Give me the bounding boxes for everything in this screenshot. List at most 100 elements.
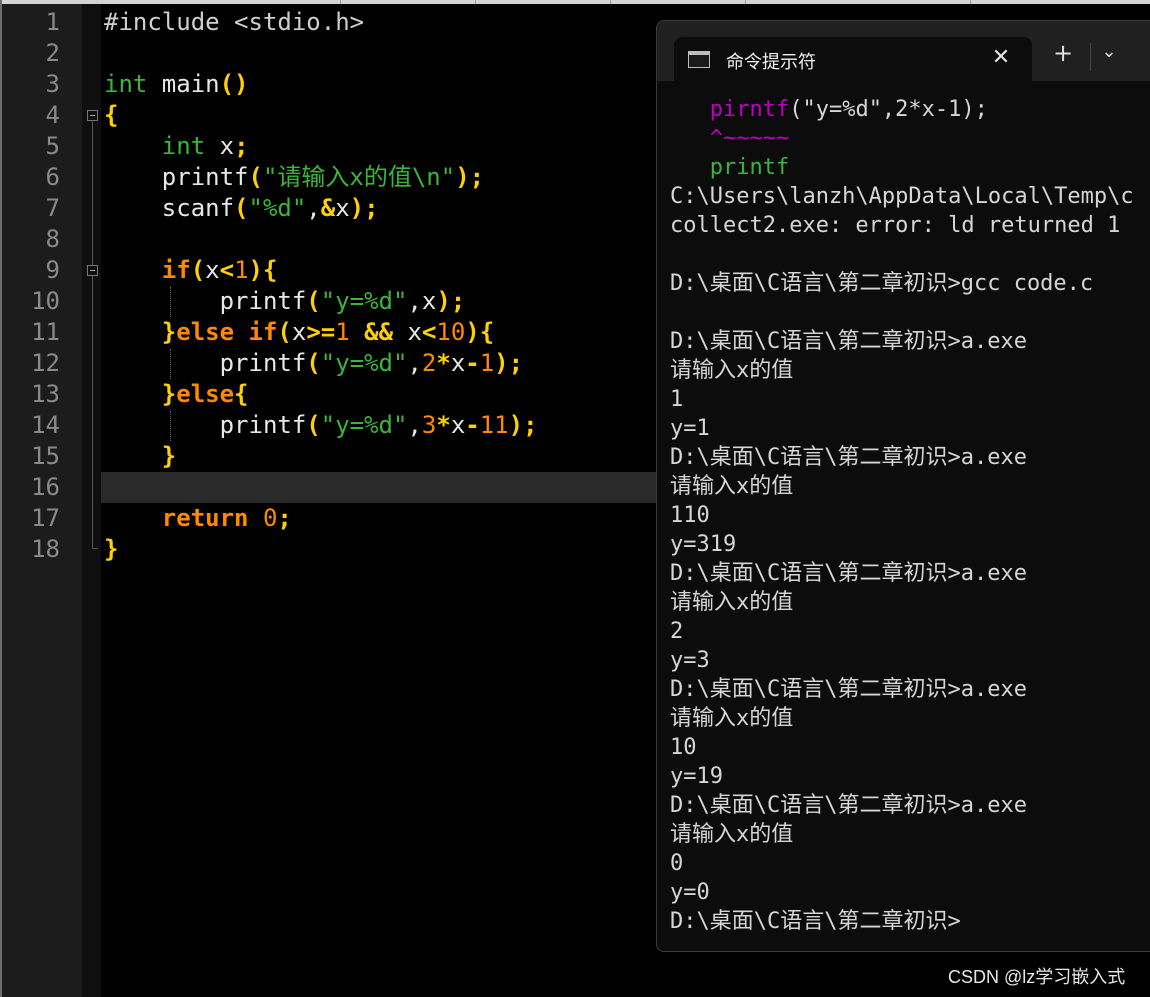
terminal-line: D:\桌面\C语言\第二章初识>a.exe xyxy=(670,327,1027,356)
code-token: , xyxy=(306,194,321,222)
code-token: { xyxy=(234,380,249,408)
code-token: >= xyxy=(306,318,336,346)
terminal-line: 请输入x的值 xyxy=(670,472,793,501)
code-text[interactable]: printf("y=%d",x); xyxy=(104,286,466,317)
line-number: 7 xyxy=(45,194,60,222)
terminal-text: D:\桌面\C语言\第二章初识>a.exe xyxy=(670,677,1027,702)
line-number: 5 xyxy=(45,132,60,160)
code-token: } xyxy=(161,380,177,408)
code-token: "请输入x的值\n" xyxy=(262,163,456,191)
code-token: 11 xyxy=(479,411,509,439)
terminal-text: y=3 xyxy=(670,648,710,673)
chevron-down-icon[interactable]: ⌄ xyxy=(1097,41,1121,62)
code-text[interactable]: int x; xyxy=(104,131,249,162)
terminal-line: 110 xyxy=(670,501,710,530)
code-token: ){ xyxy=(248,256,278,284)
code-text[interactable]: return 0; xyxy=(104,503,292,534)
code-token: x xyxy=(450,411,466,439)
code-text[interactable]: { xyxy=(104,100,118,131)
terminal-line: 0 xyxy=(670,849,683,878)
code-token: ( xyxy=(234,194,249,222)
code-text[interactable]: } xyxy=(104,441,176,472)
code-text[interactable]: }else if(x>=1 && x<10){ xyxy=(104,317,494,348)
code-token: printf xyxy=(104,411,307,439)
line-number: 10 xyxy=(31,287,60,315)
code-token: main xyxy=(147,70,220,98)
line-number: 2 xyxy=(45,39,60,67)
terminal-text: collect2.exe: error: ld returned 1 xyxy=(670,213,1121,238)
code-token: } xyxy=(104,535,119,563)
terminal-line: D:\桌面\C语言\第二章初识>a.exe xyxy=(670,443,1027,472)
code-token: , xyxy=(407,349,422,377)
code-token: } xyxy=(161,318,177,346)
new-tab-button[interactable]: + xyxy=(1049,39,1077,67)
terminal-text: D:\桌面\C语言\第二章初识>a.exe xyxy=(670,561,1027,586)
terminal-text: 请输入x的值 xyxy=(670,706,794,731)
code-text[interactable]: printf("y=%d",3*x-11); xyxy=(104,410,538,441)
terminal-tab[interactable]: 命令提示符 ✕ xyxy=(674,37,1032,81)
code-text[interactable]: if(x<1){ xyxy=(104,255,278,286)
code-token: scanf xyxy=(104,194,235,222)
code-token: ( xyxy=(190,256,206,284)
code-token: 3 xyxy=(421,411,437,439)
code-token: } xyxy=(161,442,177,470)
line-number: 4 xyxy=(45,101,60,129)
line-number: 8 xyxy=(45,225,60,253)
terminal-line: 请输入x的值 xyxy=(670,356,793,385)
code-token: x xyxy=(205,256,220,284)
code-token: < xyxy=(219,256,235,284)
code-token: return xyxy=(161,504,249,532)
code-token: () xyxy=(219,70,249,98)
close-icon[interactable]: ✕ xyxy=(988,45,1014,70)
code-token: "y=%d" xyxy=(320,411,408,439)
terminal-text: D:\桌面\C语言\第二章初识>a.exe xyxy=(670,329,1027,354)
tab-title: 命令提示符 xyxy=(726,52,816,73)
terminal-text: ("y=%d",2*x-1); xyxy=(789,97,988,122)
terminal-line: y=3 xyxy=(670,646,710,675)
code-text[interactable]: #include <stdio.h> xyxy=(104,7,364,38)
code-token: 10 xyxy=(436,318,466,346)
code-token: x xyxy=(335,194,350,222)
code-token: ); xyxy=(436,287,466,315)
terminal-line: 请输入x的值 xyxy=(670,704,793,733)
terminal-line: 2 xyxy=(670,617,683,646)
terminal-text: y=19 xyxy=(670,764,723,789)
code-token: ); xyxy=(349,194,379,222)
code-text[interactable]: } xyxy=(104,534,118,565)
code-text[interactable]: scanf("%d",&x); xyxy=(104,193,379,224)
watermark: CSDN @lz学习嵌入式 xyxy=(948,967,1126,987)
code-token: "y=%d" xyxy=(320,287,408,315)
code-token: ( xyxy=(248,163,263,191)
code-text[interactable]: printf("y=%d",2*x-1); xyxy=(104,348,523,379)
terminal-titlebar: 命令提示符 ✕ + ⌄ xyxy=(657,21,1150,81)
code-text[interactable]: printf("请输入x的值\n"); xyxy=(104,162,484,193)
terminal-line: D:\桌面\C语言\第二章初识>gcc code.c xyxy=(670,269,1093,298)
terminal-text: D:\桌面\C语言\第二章初识>gcc code.c xyxy=(670,271,1094,296)
terminal-line: D:\桌面\C语言\第二章初识>a.exe xyxy=(670,791,1027,820)
code-token: ); xyxy=(455,163,485,191)
code-token: 1 xyxy=(335,318,350,346)
line-number: 9 xyxy=(45,256,60,284)
terminal-line: y=19 xyxy=(670,762,723,791)
line-number: 6 xyxy=(45,163,60,191)
code-text[interactable]: int main() xyxy=(104,69,249,100)
line-number: 18 xyxy=(31,535,60,563)
terminal-line: D:\桌面\C语言\第二章初识> xyxy=(670,907,961,936)
code-token: ){ xyxy=(465,318,495,346)
terminal-text: y=319 xyxy=(670,532,737,557)
terminal-text: D:\桌面\C语言\第二章初识>a.exe xyxy=(670,445,1027,470)
code-text[interactable]: }else{ xyxy=(104,379,249,410)
terminal-line: 10 xyxy=(670,733,697,762)
terminal-line: 1 xyxy=(670,385,683,414)
code-token: printf xyxy=(104,287,307,315)
line-number: 11 xyxy=(31,318,60,346)
terminal-window[interactable]: 命令提示符 ✕ + ⌄ pirntf("y=%d",2*x-1); ^~~~~~… xyxy=(656,20,1150,952)
code-token: x xyxy=(205,132,235,160)
titlebar-divider xyxy=(1090,43,1091,71)
code-token: int xyxy=(161,132,206,160)
